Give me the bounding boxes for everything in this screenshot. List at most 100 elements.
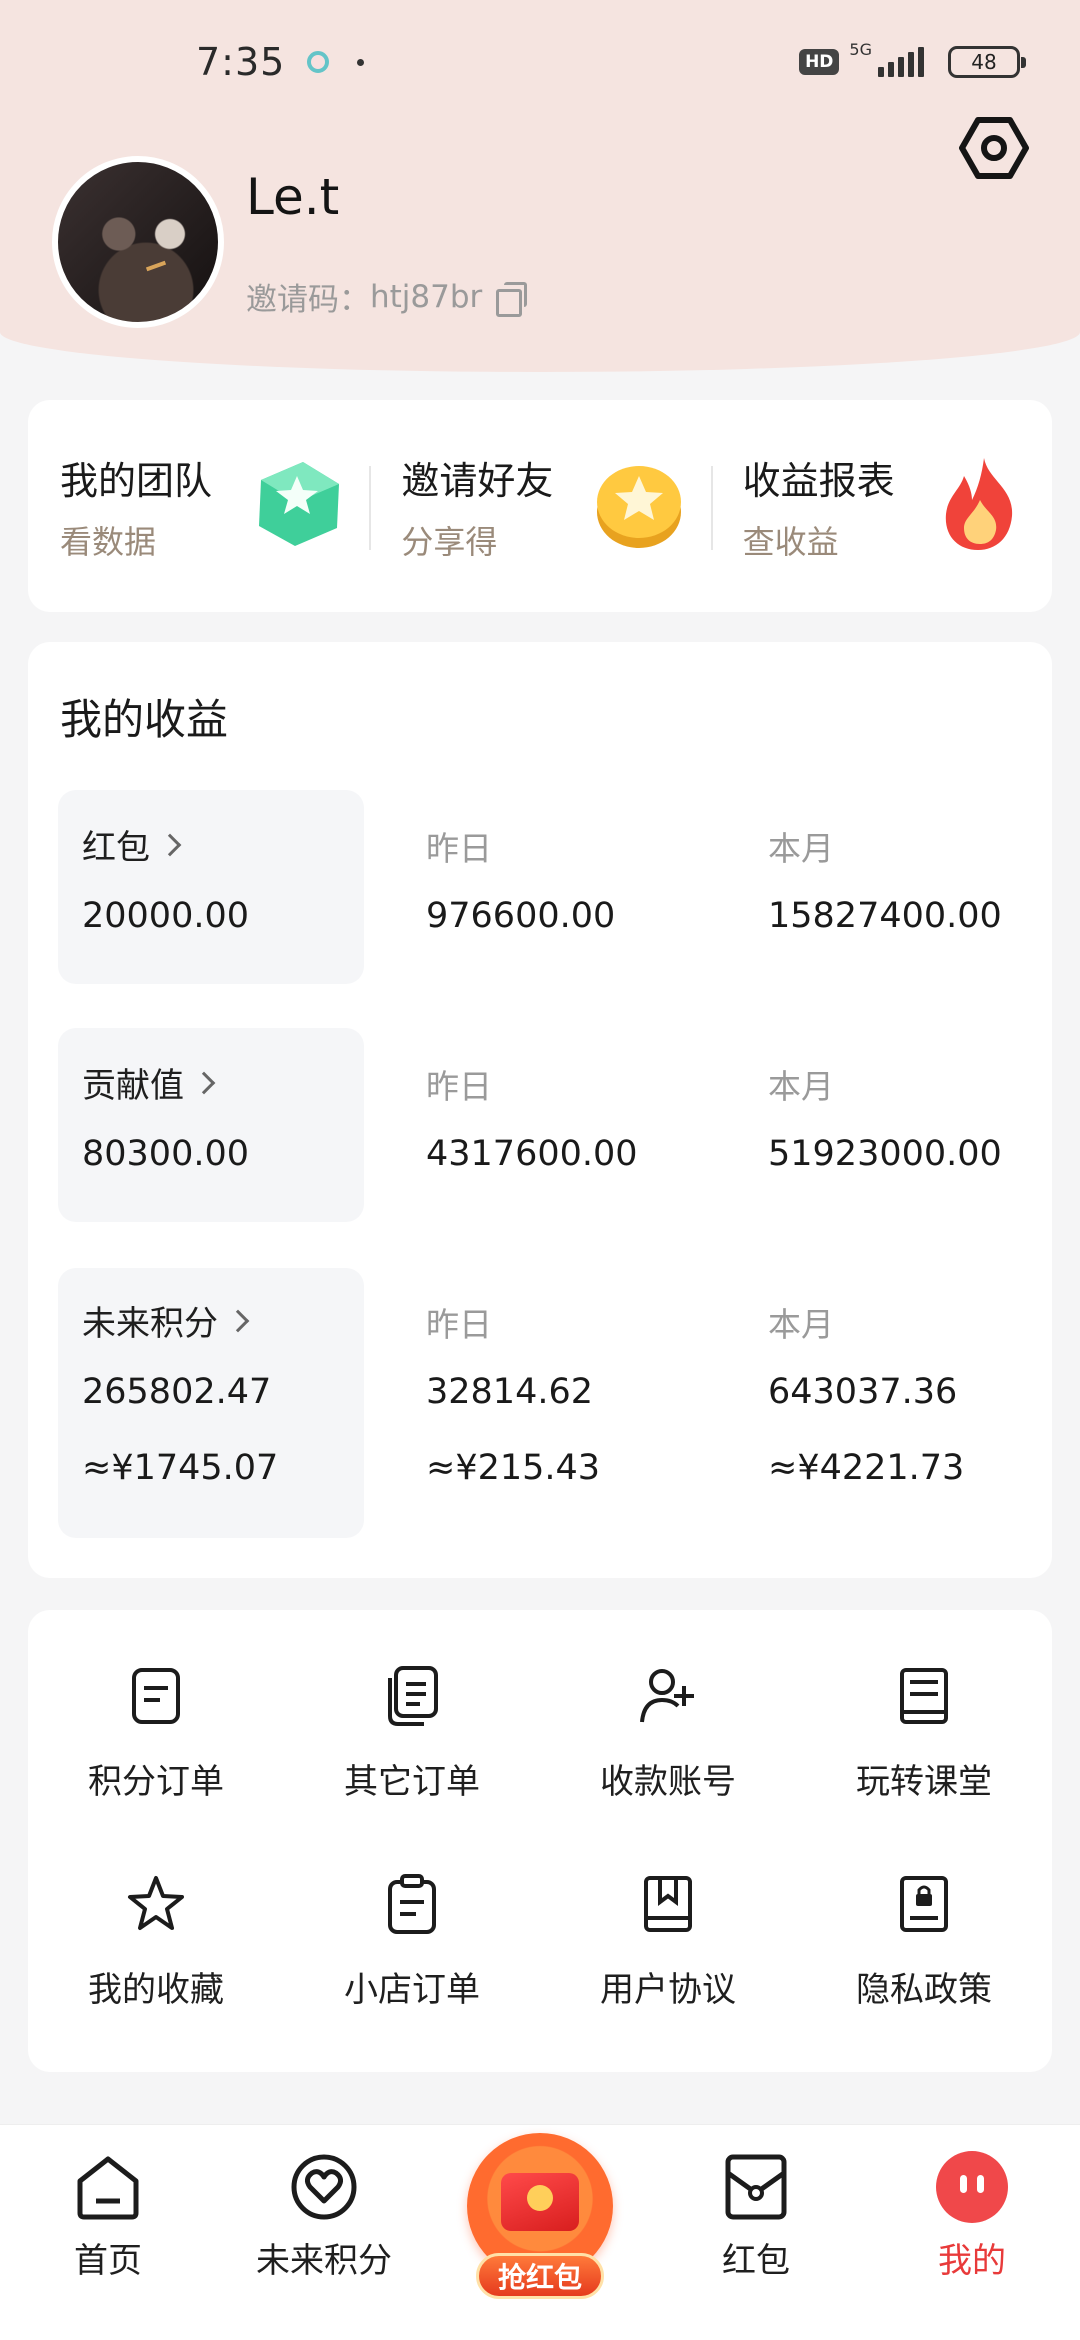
earnings-yesterday-cny: ≈¥215.43 xyxy=(426,1448,601,1488)
settings-icon[interactable] xyxy=(958,112,1030,184)
month-label: 本月 xyxy=(768,1305,834,1344)
tab-home[interactable]: 首页 xyxy=(28,2151,188,2282)
documents-icon xyxy=(388,1666,438,1726)
earnings-card: 我的收益 红包 20000.00 昨日 976600.00 本月 1582740… xyxy=(28,642,1052,1578)
earnings-row-label[interactable]: 红包 xyxy=(82,820,182,869)
invite-code-label: 邀请码： xyxy=(246,282,370,318)
quick-action-subtitle: 看数据 xyxy=(60,522,157,561)
menu-item-shop-orders[interactable]: 小店订单 xyxy=(284,1864,540,2044)
chevron-right-icon xyxy=(192,1071,216,1094)
menu-item-label: 收款账号 xyxy=(600,1762,736,1802)
earnings-month-cny: ≈¥4221.73 xyxy=(768,1448,965,1488)
invite-code-value: htj87br xyxy=(370,278,483,315)
tab-label: 我的 xyxy=(938,2241,1006,2281)
network-type: 5G xyxy=(849,40,872,59)
quick-action-title: 收益报表 xyxy=(742,458,895,503)
tab-mine[interactable]: 我的 xyxy=(892,2151,1052,2282)
menu-item-label: 隐私政策 xyxy=(856,1970,992,2010)
battery-level: 48 xyxy=(971,50,997,74)
menu-item-label: 用户协议 xyxy=(600,1970,736,2010)
menu-item-label: 我的收藏 xyxy=(88,1970,224,2010)
star-cube-icon xyxy=(259,462,340,546)
earnings-month: 51923000.00 xyxy=(768,1134,1002,1174)
quick-actions-card: 我的团队 看数据 邀请好友 分享得 收益报表 查收益 xyxy=(28,400,1052,612)
tab-grab-red-packet[interactable]: 抢红包 xyxy=(460,2133,620,2309)
invite-code-row: 邀请码： htj87br xyxy=(246,274,528,319)
star-icon xyxy=(128,1876,184,1930)
username: Le.t xyxy=(246,168,340,226)
bookmark-book-icon xyxy=(644,1876,692,1932)
menu-item-user-agreement[interactable]: 用户协议 xyxy=(540,1864,796,2044)
tab-label: 红包 xyxy=(722,2241,790,2281)
hd-badge: HD xyxy=(799,49,840,75)
quick-action-subtitle: 查收益 xyxy=(742,522,839,561)
earnings-yesterday: 32814.62 xyxy=(426,1372,594,1412)
menu-item-points-orders[interactable]: 积分订单 xyxy=(28,1656,284,1836)
menu-item-other-orders[interactable]: 其它订单 xyxy=(284,1656,540,1836)
star-coin-icon xyxy=(596,466,681,548)
earnings-label-text: 红包 xyxy=(82,828,150,868)
yesterday-label: 昨日 xyxy=(426,1067,492,1106)
yesterday-label: 昨日 xyxy=(426,1305,492,1344)
tab-future-points[interactable]: 未来积分 xyxy=(244,2151,404,2282)
profile-face-icon xyxy=(936,2151,1008,2223)
quick-action-earnings-report[interactable]: 收益报表 查收益 xyxy=(710,400,1052,612)
earnings-month: 15827400.00 xyxy=(768,896,1002,936)
chevron-right-icon xyxy=(158,833,182,856)
status-bar: 7:35 HD 5G 48 xyxy=(0,0,1080,124)
lock-document-icon xyxy=(900,1876,948,1932)
bottom-tab-bar: 首页 未来积分 抢红包 红包 我的 xyxy=(0,2124,1080,2340)
book-icon xyxy=(900,1668,948,1724)
battery-icon: 48 xyxy=(948,46,1026,78)
earnings-row-label[interactable]: 贡献值 xyxy=(82,1058,216,1107)
grab-red-packet-label: 抢红包 xyxy=(476,2253,604,2299)
earnings-month: 643037.36 xyxy=(768,1372,958,1412)
envelope-icon xyxy=(725,2154,787,2220)
flame-icon xyxy=(945,458,1013,550)
tab-label: 首页 xyxy=(74,2241,142,2281)
add-user-icon xyxy=(640,1669,694,1723)
tab-label: 未来积分 xyxy=(256,2241,392,2281)
quick-action-my-team[interactable]: 我的团队 看数据 xyxy=(28,400,369,612)
status-time: 7:35 xyxy=(196,40,286,84)
quick-action-subtitle: 分享得 xyxy=(401,522,498,561)
earnings-title: 我的收益 xyxy=(60,695,229,744)
quick-action-title: 我的团队 xyxy=(60,458,213,503)
avatar-detail xyxy=(145,260,167,272)
menu-item-label: 其它订单 xyxy=(344,1762,480,1802)
menu-item-label: 玩转课堂 xyxy=(856,1762,992,1802)
signal-icon xyxy=(878,47,924,77)
menu-item-payment-account[interactable]: 收款账号 xyxy=(540,1656,796,1836)
copy-icon[interactable] xyxy=(496,281,528,317)
chevron-right-icon xyxy=(226,1309,250,1332)
menu-item-privacy-policy[interactable]: 隐私政策 xyxy=(796,1864,1052,2044)
earnings-total-cny: ≈¥1745.07 xyxy=(82,1448,279,1488)
app-notification-icon xyxy=(307,51,330,73)
avatar[interactable] xyxy=(52,156,224,328)
menu-item-favorites[interactable]: 我的收藏 xyxy=(28,1864,284,2044)
services-menu-card: 积分订单 其它订单 收款账号 玩转课堂 我的收藏 小店订单 用户协议 隐私政策 xyxy=(28,1610,1052,2072)
quick-action-invite-friends[interactable]: 邀请好友 分享得 xyxy=(369,400,710,612)
earnings-label-text: 未来积分 xyxy=(82,1304,218,1344)
month-label: 本月 xyxy=(768,1067,834,1106)
status-indicators: HD 5G 48 xyxy=(799,40,1026,78)
earnings-row-label[interactable]: 未来积分 xyxy=(82,1296,250,1345)
menu-item-class[interactable]: 玩转课堂 xyxy=(796,1656,1052,1836)
earnings-label-text: 贡献值 xyxy=(82,1066,184,1106)
tab-red-packet[interactable]: 红包 xyxy=(676,2151,836,2282)
heart-circle-icon xyxy=(291,2154,357,2220)
earnings-yesterday: 4317600.00 xyxy=(426,1134,638,1174)
earnings-yesterday: 976600.00 xyxy=(426,896,616,936)
earnings-total: 80300.00 xyxy=(82,1134,250,1174)
month-label: 本月 xyxy=(768,829,834,868)
quick-action-title: 邀请好友 xyxy=(401,458,554,503)
notification-dot-icon xyxy=(357,58,365,66)
document-icon xyxy=(132,1668,180,1724)
clipboard-icon xyxy=(388,1874,436,1934)
earnings-total: 265802.47 xyxy=(82,1372,272,1412)
menu-item-label: 小店订单 xyxy=(344,1970,480,2010)
earnings-total: 20000.00 xyxy=(82,896,250,936)
menu-item-label: 积分订单 xyxy=(88,1762,224,1802)
home-icon xyxy=(77,2156,139,2220)
yesterday-label: 昨日 xyxy=(426,829,492,868)
